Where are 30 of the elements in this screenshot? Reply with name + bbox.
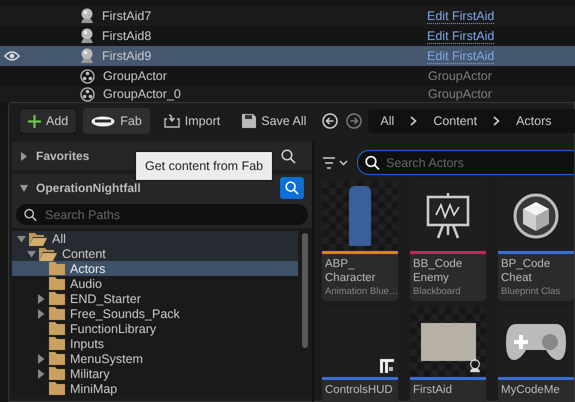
tooltip: Get content from Fab <box>135 151 274 181</box>
actor-label: FirstAid7 <box>102 9 152 23</box>
folder-label: Content <box>62 246 106 260</box>
folder-label: All <box>52 232 66 246</box>
actor-label: GroupActor_0 <box>103 87 182 101</box>
actor-type: GroupActor <box>428 87 492 101</box>
asset-name: BB_Code Enemy <box>413 257 464 285</box>
project-title: OperationNightfall <box>36 181 142 195</box>
asset-name: FirstAid <box>413 383 453 397</box>
asset-type: Blackboard <box>413 286 462 297</box>
folder-label: MenuSystem <box>70 352 143 366</box>
folder-label: FunctionLibrary <box>70 322 156 336</box>
actor-label: FirstAid8 <box>102 29 152 43</box>
folder-label: MiniMap <box>70 382 118 396</box>
folder-label: Audio <box>70 276 102 290</box>
folder-label: Military <box>70 366 110 380</box>
asset-name: ABP_ Character <box>325 257 376 285</box>
asset-name: MyCodeMe <box>501 383 561 397</box>
asset-type: Animation Blue… <box>325 286 395 297</box>
folder-label: Free_Sounds_Pack <box>70 306 180 320</box>
favorites-title: Favorites <box>36 149 90 163</box>
folder-label: Actors <box>70 262 106 276</box>
folder-label: END_Starter <box>70 292 141 306</box>
asset-type: Blueprint Clas <box>501 286 562 297</box>
actor-label: FirstAid9 <box>102 49 152 63</box>
asset-name: BP_Code Cheat <box>501 257 552 285</box>
actor-type: GroupActor <box>428 69 492 83</box>
actor-label: GroupActor <box>103 69 168 83</box>
folder-label: Inputs <box>70 336 104 350</box>
asset-name: ControlsHUD <box>325 383 394 397</box>
